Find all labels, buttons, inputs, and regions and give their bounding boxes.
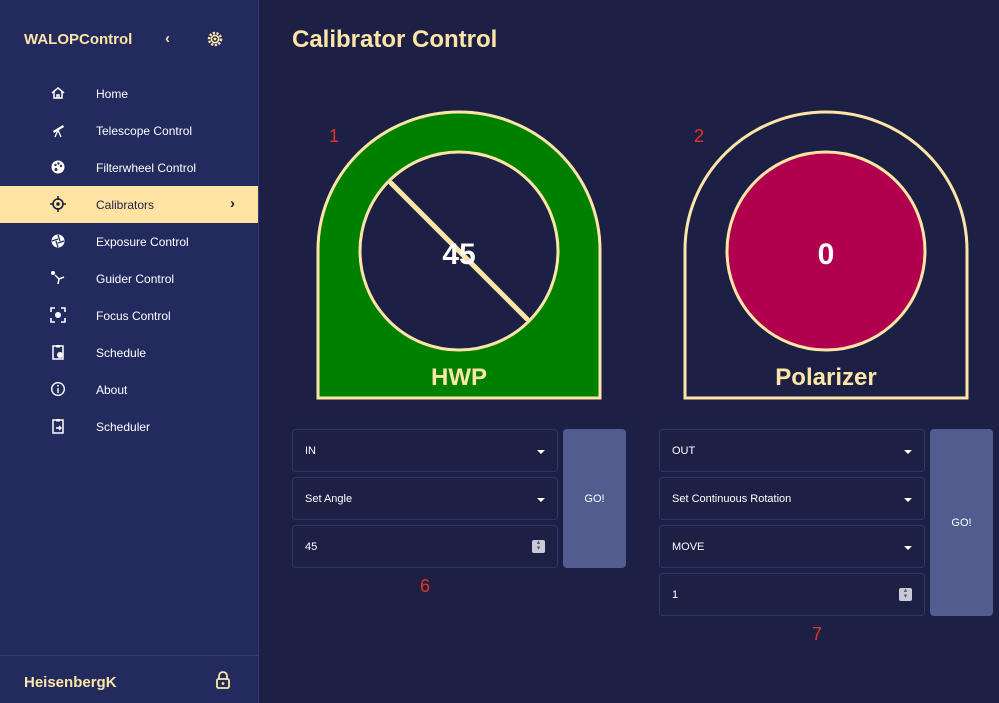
gear-icon[interactable] <box>207 31 223 52</box>
info-icon <box>50 381 66 397</box>
hwp-go-button[interactable]: GO! <box>563 429 626 568</box>
sidebar-item-label: Schedule <box>96 346 147 360</box>
hwp-mode-value: Set Angle <box>305 493 353 505</box>
sidebar-item-label: Calibrators <box>96 198 155 212</box>
sidebar-item-exposure-control[interactable]: Exposure Control <box>0 223 258 260</box>
sidebar-item-label: Filterwheel Control <box>96 161 197 175</box>
polarizer-angle-value: 0 <box>817 238 835 271</box>
caret-down-icon <box>537 498 545 502</box>
polarizer-go-button[interactable]: GO! <box>930 429 993 616</box>
focus-icon <box>50 307 66 323</box>
clipboard-clock-icon <box>50 344 66 360</box>
sidebar-item-label: About <box>96 383 128 397</box>
hwp-mode-select[interactable]: Set Angle <box>292 477 558 520</box>
home-icon <box>50 85 66 101</box>
sidebar-item-label: Home <box>96 87 129 101</box>
sidebar-item-telescope-control[interactable]: Telescope Control <box>0 112 258 149</box>
polarizer-action-select[interactable]: MOVE <box>659 525 925 568</box>
sidebar-item-home[interactable]: Home <box>0 75 258 112</box>
polarizer-mode-value: Set Continuous Rotation <box>672 493 792 505</box>
chevron-right-icon: › <box>230 195 235 212</box>
sidebar-item-focus-control[interactable]: Focus Control <box>0 297 258 334</box>
telescope-icon <box>50 122 66 138</box>
hwp-angle-value: 45 <box>442 238 476 271</box>
polarizer-mode-select[interactable]: Set Continuous Rotation <box>659 477 925 520</box>
caret-down-icon <box>537 450 545 454</box>
user-footer: HeisenbergK <box>0 655 258 703</box>
sidebar-item-scheduler[interactable]: Scheduler <box>0 408 258 445</box>
collapse-sidebar-button[interactable]: ‹ <box>165 30 170 47</box>
satellite-icon <box>50 270 66 286</box>
user-name: HeisenbergK <box>24 674 117 691</box>
app-title: WALOPControl <box>24 31 133 48</box>
caret-down-icon <box>904 498 912 502</box>
hwp-angle-input[interactable]: 45 ▴ ▾ <box>292 525 558 568</box>
hwp-angle-input-value: 45 <box>305 541 318 553</box>
sidebar-item-filterwheel-control[interactable]: Filterwheel Control <box>0 149 258 186</box>
polarizer-action-value: MOVE <box>672 541 705 553</box>
sidebar-item-guider-control[interactable]: Guider Control <box>0 260 258 297</box>
page-title: Calibrator Control <box>292 26 498 53</box>
sidebar-item-label: Focus Control <box>96 309 171 323</box>
hwp-label: HWP <box>431 364 487 391</box>
sidebar-header: WALOPControl ‹ <box>0 0 259 80</box>
lock-icon[interactable] <box>215 671 231 694</box>
annotation-marker-7: 7 <box>812 624 823 644</box>
sidebar-item-schedule[interactable]: Schedule <box>0 334 258 371</box>
crosshair-icon <box>50 196 66 212</box>
sidebar-item-about[interactable]: About <box>0 371 258 408</box>
annotation-marker-6: 6 <box>420 576 431 596</box>
polarizer-speed-input[interactable]: 1 ▴ ▾ <box>659 573 925 616</box>
palette-icon <box>50 159 66 175</box>
hwp-position-value: IN <box>305 445 316 457</box>
sidebar-item-label: Telescope Control <box>96 124 193 138</box>
polarizer-position-select[interactable]: OUT <box>659 429 925 472</box>
polarizer-position-value: OUT <box>672 445 696 457</box>
spinner-icon[interactable]: ▴ ▾ <box>899 587 912 601</box>
aperture-icon <box>50 233 66 249</box>
sidebar-item-calibrators[interactable]: Calibrators › <box>0 186 258 223</box>
spinner-icon[interactable]: ▴ ▾ <box>532 539 545 553</box>
clipboard-arrow-icon <box>50 418 66 434</box>
sidebar-item-label: Exposure Control <box>96 235 189 249</box>
polarizer-label: Polarizer <box>775 364 877 391</box>
sidebar: WALOPControl ‹ Home Telescope Control Fi… <box>0 0 259 703</box>
caret-down-icon <box>904 450 912 454</box>
hwp-position-select[interactable]: IN <box>292 429 558 472</box>
caret-down-icon <box>904 546 912 550</box>
sidebar-item-label: Scheduler <box>96 420 151 434</box>
sidebar-item-label: Guider Control <box>96 272 175 286</box>
polarizer-speed-input-value: 1 <box>672 589 679 601</box>
